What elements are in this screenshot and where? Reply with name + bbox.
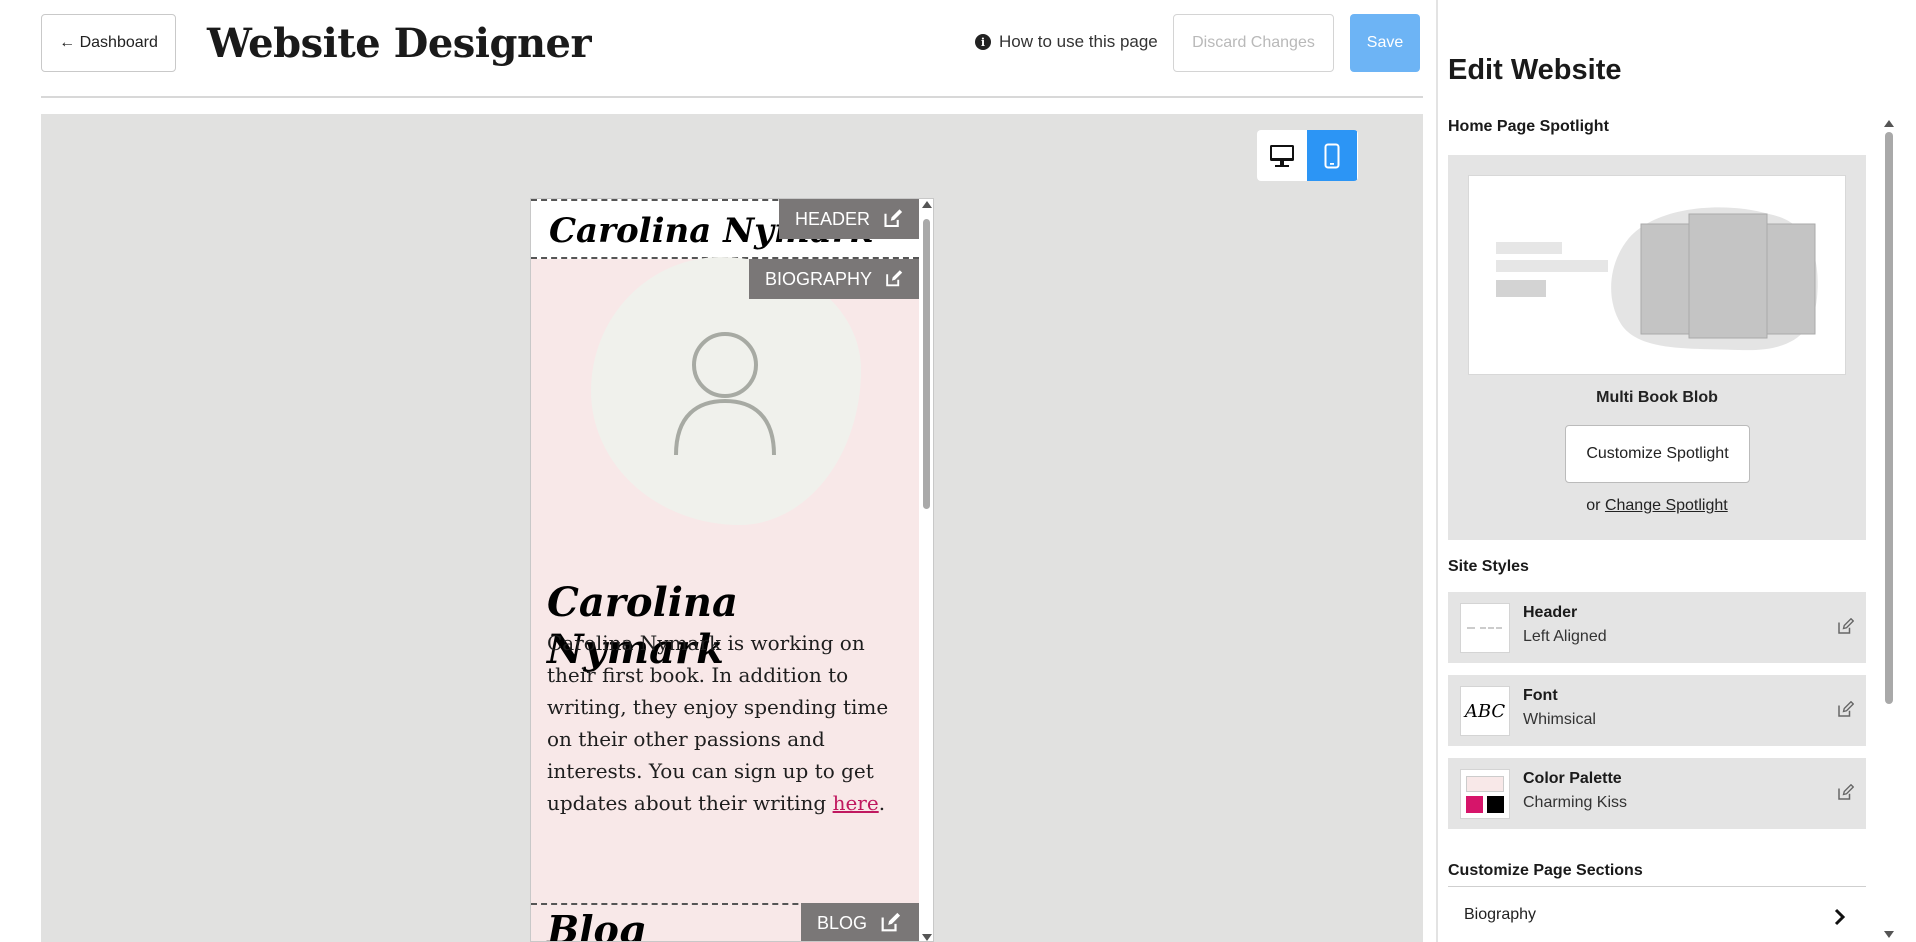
style-value: Left Aligned [1523,628,1607,645]
edit-icon[interactable] [1836,784,1854,802]
page-title: Website Designer [207,20,592,67]
edit-icon[interactable] [1836,618,1854,636]
discard-changes-button[interactable]: Discard Changes [1173,14,1334,72]
edit-website-panel: Edit Website Home Page Spotlight Multi B… [1438,0,1916,942]
panel-scroll-thumb[interactable] [1885,132,1893,704]
style-row-header[interactable]: Header Left Aligned [1448,592,1866,663]
panel-scrollbar[interactable] [1882,118,1896,942]
chevron-right-icon [1834,908,1846,926]
palette-swatch-dark [1487,796,1504,813]
palette-thumbnail [1460,769,1510,819]
how-to-link[interactable]: i How to use this page [975,32,1158,52]
desktop-view-button[interactable] [1257,130,1307,181]
scroll-up-arrow-icon[interactable] [1884,120,1894,127]
scroll-up-arrow-icon[interactable] [922,201,932,208]
person-icon [674,332,776,456]
page-section-label: Biography [1464,906,1537,923]
mobile-preview-content: Carolina Nymark HEADER BIOGRAPHY Carolin… [531,199,919,942]
edit-icon [881,912,901,932]
mobile-icon [1324,143,1340,168]
device-toggle [1257,130,1358,181]
style-name: Font [1523,687,1558,704]
biography-end: . [878,791,886,815]
style-value: Charming Kiss [1523,794,1628,811]
palette-swatch-accent [1466,796,1483,813]
blog-title: Blog [547,907,646,942]
change-spotlight-link[interactable]: Change Spotlight [1605,497,1728,514]
page-section-biography[interactable]: Biography [1448,888,1866,942]
blog-tag-label: BLOG [817,912,868,933]
edit-header-tag[interactable]: HEADER [779,199,919,239]
multi-book-blob-illustration [1496,207,1818,351]
designer-main: ← Dashboard Website Designer i How to us… [0,0,1436,942]
style-row-font[interactable]: ABC Font Whimsical [1448,675,1866,746]
topbar: ← Dashboard Website Designer i How to us… [41,14,1423,72]
topbar-divider [41,96,1423,98]
edit-icon [886,270,903,287]
style-row-color-palette[interactable]: Color Palette Charming Kiss [1448,758,1866,829]
change-spotlight-line: or Change Spotlight [1448,497,1866,515]
biography-tag-label: BIOGRAPHY [765,268,873,289]
biography-body: Carolina Nymark is working on their firs… [547,631,889,815]
page-sections-label: Customize Page Sections [1448,862,1643,879]
spotlight-preview [1468,175,1846,375]
customize-spotlight-button[interactable]: Customize Spotlight [1565,425,1750,483]
edit-blog-tag[interactable]: BLOG [801,903,919,941]
spotlight-section-label: Home Page Spotlight [1448,118,1609,135]
biography-signup-link[interactable]: here [833,791,879,815]
font-sample: ABC [1464,700,1506,722]
desktop-icon [1270,144,1294,167]
style-value: Whimsical [1523,711,1596,728]
header-layout-icon [1467,627,1502,629]
spotlight-name: Multi Book Blob [1596,389,1718,406]
edit-icon [884,209,903,228]
mobile-preview: Carolina Nymark HEADER BIOGRAPHY Carolin… [530,198,934,942]
page-sections-divider [1448,886,1866,887]
biography-text: Carolina Nymark is working on their firs… [547,627,907,819]
edit-icon[interactable] [1836,701,1854,719]
site-styles-section-label: Site Styles [1448,558,1529,575]
header-style-thumbnail [1460,603,1510,653]
save-button[interactable]: Save [1350,14,1420,72]
mobile-view-button[interactable] [1307,130,1357,181]
font-style-thumbnail: ABC [1460,686,1510,736]
scroll-down-arrow-icon[interactable] [922,934,932,941]
edit-biography-tag[interactable]: BIOGRAPHY [749,259,919,299]
palette-swatch-light [1466,776,1504,792]
preview-canvas: Carolina Nymark HEADER BIOGRAPHY Carolin… [41,114,1423,942]
how-to-label: How to use this page [999,32,1158,51]
info-icon: i [975,34,991,50]
header-tag-label: HEADER [795,208,871,229]
preview-scroll-thumb[interactable] [923,219,930,509]
preview-scrollbar[interactable] [919,199,933,941]
spotlight-card: Multi Book Blob Customize Spotlight or C… [1448,155,1866,540]
dashboard-button[interactable]: ← Dashboard [41,14,176,72]
style-name: Header [1523,604,1578,621]
scroll-down-arrow-icon[interactable] [1884,931,1894,938]
style-name: Color Palette [1523,770,1622,787]
panel-title: Edit Website [1448,54,1622,86]
or-text: or [1586,497,1605,514]
